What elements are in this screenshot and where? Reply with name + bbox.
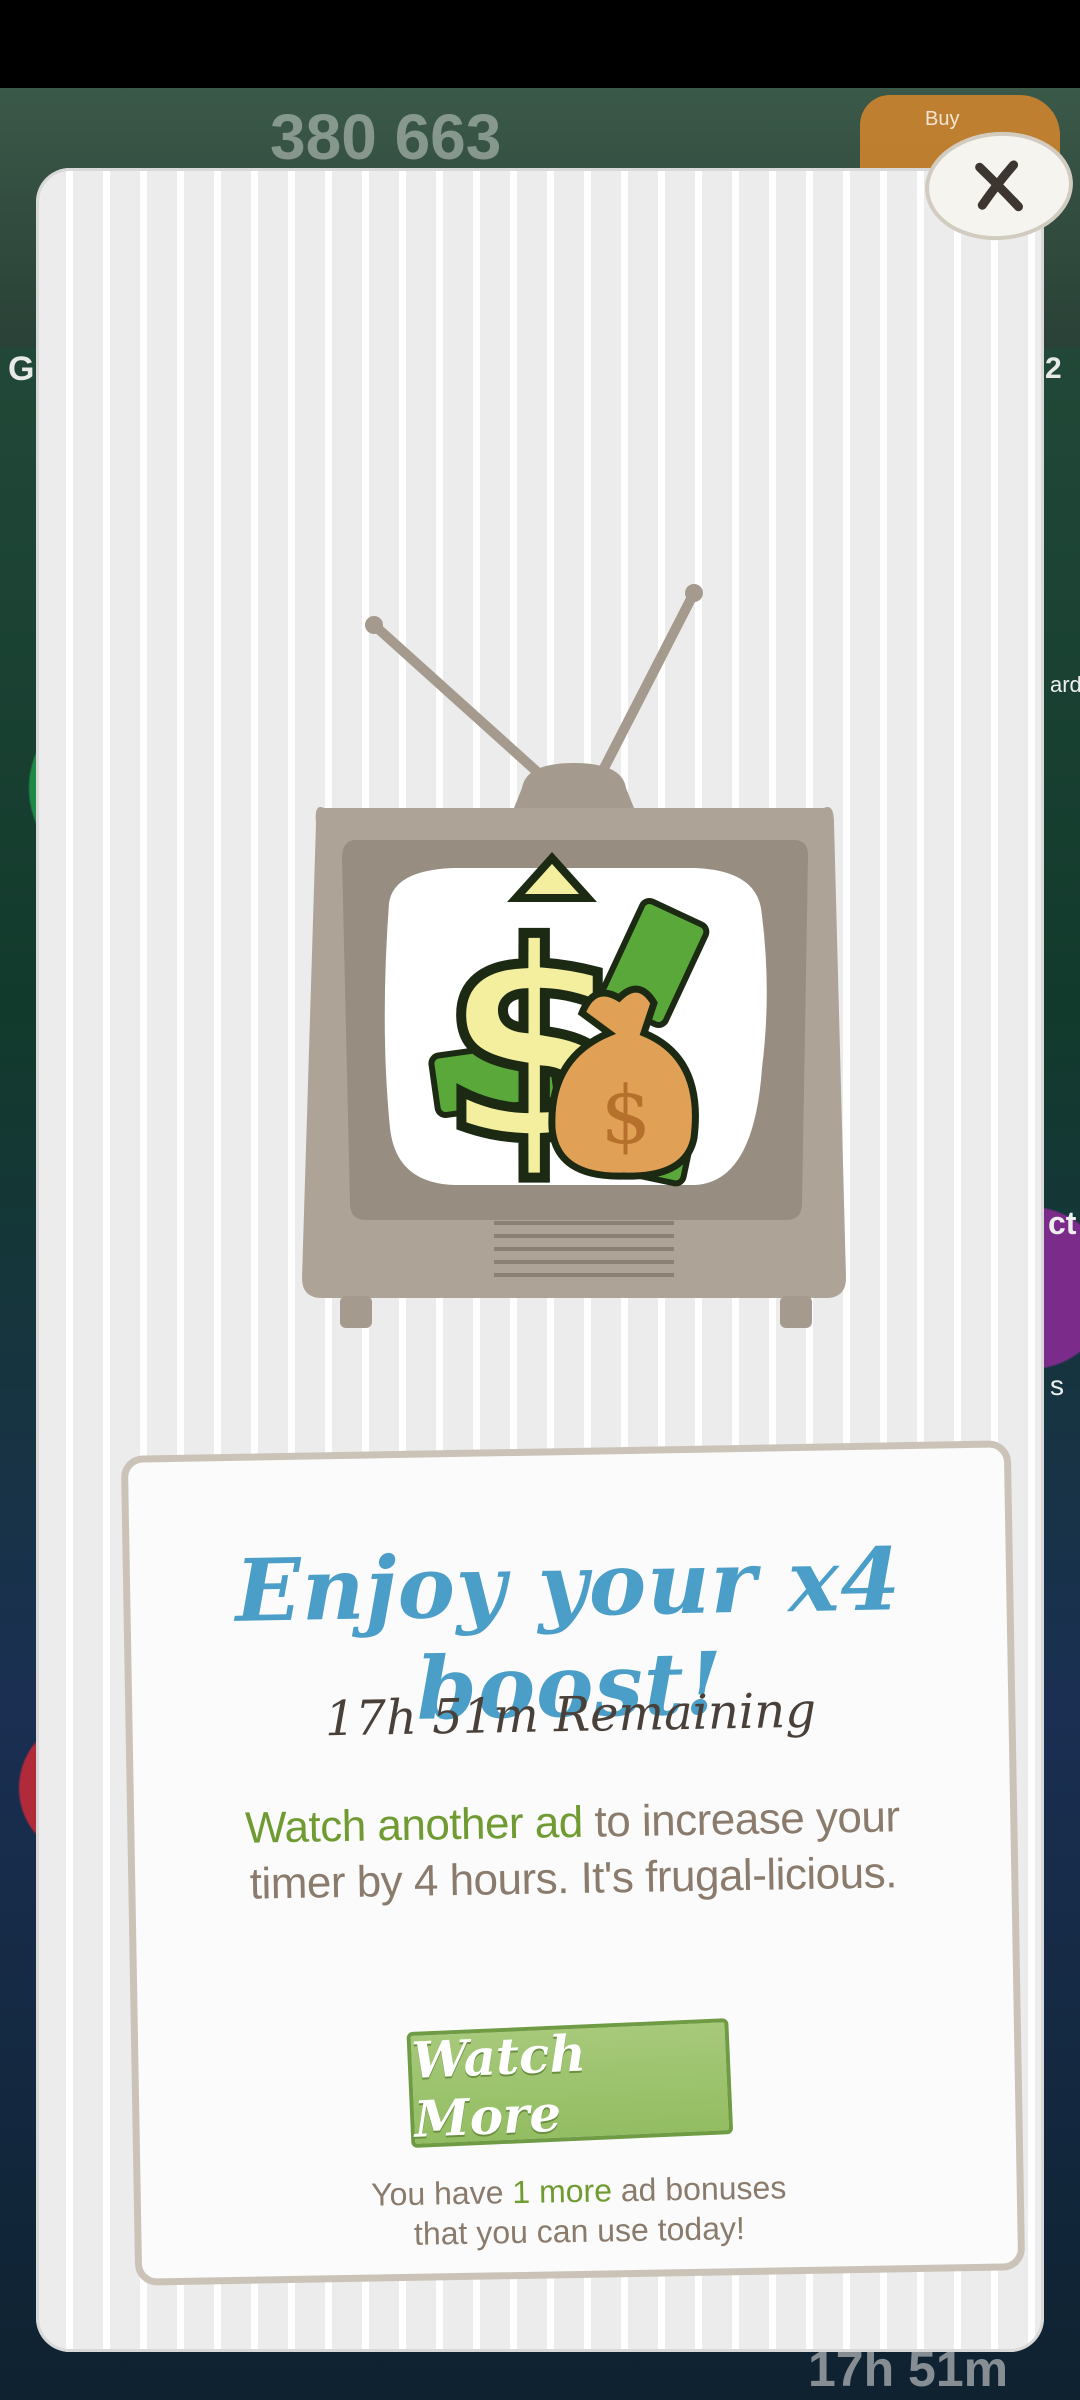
boost-description: Watch another ad to increase your timer …: [174, 1788, 972, 1914]
retro-tv-icon: $ $: [302, 584, 846, 1328]
svg-text:$: $: [601, 1069, 652, 1162]
bonus-count: 1 more: [512, 2172, 613, 2211]
close-icon: [975, 160, 1023, 212]
bonus-note-text: You have: [370, 2174, 513, 2213]
status-bar: [0, 0, 1080, 88]
background-score: 380 663: [270, 101, 502, 173]
bonus-note-text: that you can use today!: [413, 2210, 746, 2252]
background-edge-text: ard: [1050, 672, 1080, 697]
background-edge-text: s: [1050, 1370, 1064, 1401]
watch-another-ad-highlight: Watch another ad: [244, 1797, 584, 1853]
description-text: timer by 4 hours. It's frugal-licious.: [249, 1848, 898, 1909]
boost-info-card: Enjoy your x4 boost! 17h 51m Remaining W…: [120, 1440, 1026, 2286]
description-text: to increase your: [582, 1792, 900, 1847]
background-buy-label: Buy: [925, 108, 960, 130]
watch-more-button[interactable]: Watch More: [406, 2018, 734, 2149]
ad-boost-modal: $ $ Enjoy your x4 boost! 17h 51m Remaini…: [36, 168, 1044, 2352]
ad-bonus-note: You have 1 more ad bonuses that you can …: [180, 2164, 977, 2258]
background-edge-text: 2: [1045, 352, 1062, 385]
bonus-note-text: ad bonuses: [611, 2169, 787, 2209]
background-edge-text: ct: [1048, 1205, 1077, 1241]
background-edge-text: G: [8, 350, 35, 388]
